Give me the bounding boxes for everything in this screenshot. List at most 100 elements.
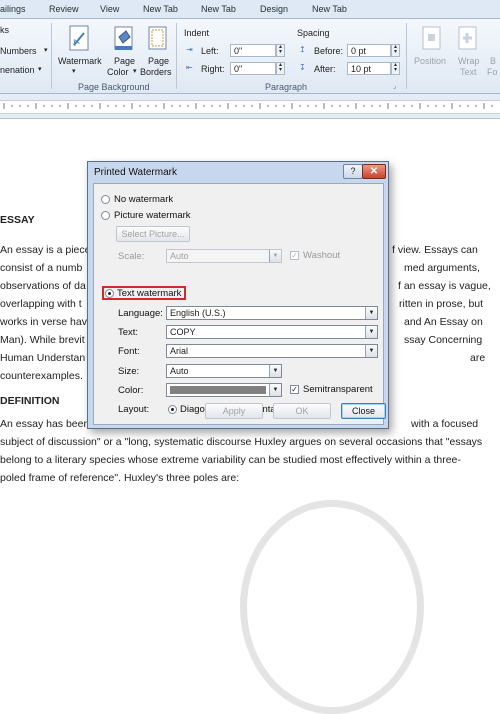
- tab-mailings[interactable]: ailings: [0, 4, 26, 14]
- wrap-text-icon[interactable]: [456, 25, 480, 51]
- indent-right-spinner[interactable]: ▴ ▾: [276, 62, 285, 75]
- spacing-after-field[interactable]: 10 pt: [347, 62, 391, 75]
- spacing-after-icon: ↧: [299, 63, 306, 72]
- chevron-down-icon[interactable]: ▼: [269, 365, 281, 377]
- close-button[interactable]: Close: [341, 403, 386, 419]
- chevron-down-icon[interactable]: ▼: [365, 326, 377, 338]
- dialog-launcher-icon[interactable]: ⌟: [393, 82, 396, 90]
- page-borders-label-2[interactable]: Borders: [140, 67, 172, 77]
- help-button[interactable]: ?: [343, 164, 363, 179]
- tab-review[interactable]: Review: [49, 4, 79, 14]
- text-watermark-label[interactable]: Text watermark: [117, 288, 181, 299]
- position-button[interactable]: Position: [414, 56, 446, 66]
- spacing-after-spinner[interactable]: ▴ ▾: [391, 62, 400, 75]
- font-select[interactable]: Arial ▼: [166, 344, 378, 358]
- text-select[interactable]: COPY ▼: [166, 325, 378, 339]
- indent-left-icon: ⇥: [186, 45, 193, 54]
- doc-line: belong to a literary species whose extre…: [0, 454, 461, 466]
- bring-forward-label-1[interactable]: B: [490, 56, 496, 66]
- size-value: Auto: [170, 366, 189, 376]
- chevron-down-icon[interactable]: ▾: [44, 46, 48, 54]
- doc-line: An essay is a piece: [0, 244, 91, 256]
- ribbon-left-item-2[interactable]: Numbers: [0, 46, 37, 56]
- doc-line-right: ritten in prose, but: [399, 298, 484, 310]
- color-label: Color:: [118, 385, 144, 396]
- text-watermark-radio[interactable]: [105, 289, 114, 298]
- ribbon-left-item-3[interactable]: nenation: [0, 65, 35, 75]
- indent-right-field[interactable]: 0": [230, 62, 276, 75]
- doc-line: subject of discussion" or a "long, syste…: [0, 436, 483, 448]
- semitransparent-label[interactable]: Semitransparent: [303, 384, 373, 395]
- tab-new-tab-3[interactable]: New Tab: [312, 4, 347, 14]
- color-select[interactable]: ▼: [166, 383, 282, 397]
- page-color-label-1[interactable]: Page: [114, 56, 135, 66]
- indent-left-spinner[interactable]: ▴ ▾: [276, 44, 285, 57]
- ok-button[interactable]: OK: [273, 403, 331, 419]
- no-watermark-radio[interactable]: [101, 195, 110, 204]
- group-separator: [406, 23, 407, 89]
- dialog-body: No watermark Picture watermark Select Pi…: [93, 183, 384, 425]
- group-separator: [51, 23, 52, 89]
- language-label: Language:: [118, 308, 163, 319]
- page-borders-label-1[interactable]: Page: [148, 56, 169, 66]
- doc-line-right: f view. Essays can: [392, 244, 478, 256]
- language-select[interactable]: English (U.S.) ▼: [166, 306, 378, 320]
- wrap-text-label-1[interactable]: Wrap: [458, 56, 479, 66]
- washout-checkbox[interactable]: ✓: [290, 251, 299, 260]
- position-icon[interactable]: [420, 25, 444, 51]
- wrap-text-label-2[interactable]: Text: [460, 67, 477, 77]
- picture-watermark-label[interactable]: Picture watermark: [114, 210, 191, 221]
- apply-button[interactable]: Apply: [205, 403, 263, 419]
- semitransparent-checkbox[interactable]: ✓: [290, 385, 299, 394]
- group-separator: [176, 23, 177, 89]
- chevron-down-icon[interactable]: ▼: [269, 250, 281, 262]
- indent-title: Indent: [184, 28, 210, 38]
- tab-new-tab-2[interactable]: New Tab: [201, 4, 236, 14]
- close-icon[interactable]: ✕: [362, 164, 386, 179]
- scale-label: Scale:: [118, 251, 145, 262]
- select-picture-button[interactable]: Select Picture...: [116, 226, 190, 242]
- size-select[interactable]: Auto ▼: [166, 364, 282, 378]
- ribbon-left-item-1[interactable]: ks: [0, 25, 9, 35]
- page-color-label-2[interactable]: Color: [107, 67, 129, 77]
- tab-design[interactable]: Design: [260, 4, 288, 14]
- page-color-icon[interactable]: [112, 25, 136, 53]
- tab-new-tab-1[interactable]: New Tab: [143, 4, 178, 14]
- chevron-down-icon[interactable]: ▾: [72, 67, 76, 75]
- picture-watermark-radio[interactable]: [101, 211, 110, 220]
- indent-right-label: Right:: [201, 64, 225, 74]
- doc-line-right: with a focused: [411, 418, 479, 430]
- ribbon-tab-bar: ailings Review View New Tab New Tab Desi…: [0, 0, 500, 19]
- watermark-button[interactable]: Watermark: [58, 56, 102, 66]
- page-borders-icon[interactable]: [146, 25, 170, 53]
- chevron-down-icon[interactable]: ▾: [133, 67, 137, 75]
- doc-line: Man). While brevit: [0, 334, 85, 346]
- spacing-title: Spacing: [297, 28, 330, 38]
- diagonal-radio[interactable]: [168, 405, 177, 414]
- watermark-icon[interactable]: A: [66, 25, 92, 53]
- scale-select[interactable]: Auto ▼: [166, 249, 282, 263]
- chevron-down-icon[interactable]: ▾: [38, 65, 42, 73]
- chevron-down-icon[interactable]: ▼: [365, 307, 377, 319]
- doc-line: poled frame of reference". Huxley's thre…: [0, 472, 240, 484]
- chevron-down-icon[interactable]: ▼: [365, 345, 377, 357]
- printed-watermark-dialog: Printed Watermark ? ✕ No watermark Pictu…: [87, 161, 389, 429]
- doc-line: overlapping with t: [0, 298, 82, 310]
- tab-view[interactable]: View: [100, 4, 119, 14]
- bring-forward-label-2[interactable]: Fo: [487, 67, 498, 77]
- horizontal-ruler[interactable]: [0, 94, 500, 119]
- spacing-before-spinner[interactable]: ▴ ▾: [391, 44, 400, 57]
- group-label-page-background: Page Background: [78, 82, 150, 92]
- spacing-before-icon: ↥: [299, 45, 306, 54]
- spacing-before-label: Before:: [314, 46, 344, 56]
- ribbon: ks Numbers ▾ nenation ▾ A Watermark ▾ Pa…: [0, 19, 500, 94]
- group-label-paragraph: Paragraph: [265, 82, 308, 92]
- no-watermark-label[interactable]: No watermark: [114, 194, 173, 205]
- spacing-before-field[interactable]: 0 pt: [347, 44, 391, 57]
- chevron-down-icon[interactable]: ▼: [269, 384, 281, 396]
- indent-left-field[interactable]: 0": [230, 44, 276, 57]
- doc-line: consist of a numb: [0, 262, 83, 274]
- doc-line: An essay has been: [0, 418, 90, 430]
- washout-label[interactable]: Washout: [303, 250, 340, 261]
- doc-line-right: f an essay is vague,: [398, 280, 491, 292]
